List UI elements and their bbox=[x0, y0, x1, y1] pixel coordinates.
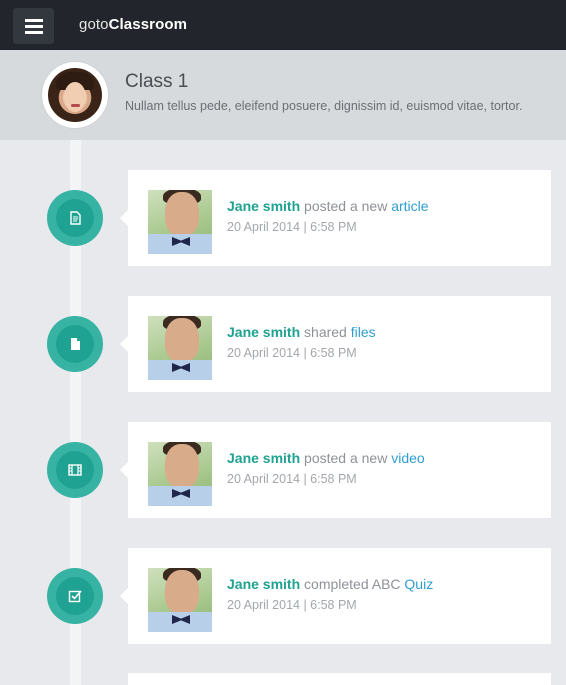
activity-action: posted a new bbox=[304, 450, 388, 466]
author-link[interactable]: Jane smith bbox=[227, 198, 300, 214]
activity-text: Jane smith posted a new video bbox=[227, 450, 425, 466]
brand-name: Classroom bbox=[108, 16, 188, 33]
timeline-item: Jane smith shared files 20 April 2014 | … bbox=[0, 296, 566, 392]
checkbox-icon bbox=[68, 590, 82, 603]
timeline-item: Jane smith posted a new article 20 April… bbox=[0, 170, 566, 266]
author-link[interactable]: Jane smith bbox=[227, 450, 300, 466]
menu-bar bbox=[25, 19, 43, 22]
brand-logo[interactable]: gotoClassroom bbox=[79, 16, 187, 33]
file-icon bbox=[71, 338, 80, 350]
timeline-node bbox=[47, 190, 103, 246]
target-link[interactable]: Quiz bbox=[404, 576, 433, 592]
activity-text: Jane smith shared files bbox=[227, 324, 376, 340]
user-avatar[interactable] bbox=[148, 442, 212, 506]
timeline-item: Jane smith completed ABC Quiz 20 April 2… bbox=[0, 548, 566, 644]
menu-bar bbox=[25, 25, 43, 28]
user-avatar[interactable] bbox=[148, 316, 212, 380]
timeline-item: Jane smith posted a new video 20 April 2… bbox=[0, 422, 566, 518]
user-avatar[interactable] bbox=[148, 190, 212, 254]
activity-action: shared bbox=[304, 324, 347, 340]
timeline-node bbox=[47, 568, 103, 624]
class-avatar[interactable] bbox=[42, 62, 108, 128]
activity-card: Jane smith posted a new video 20 April 2… bbox=[120, 422, 551, 518]
activity-timestamp: 20 April 2014 | 6:58 PM bbox=[227, 220, 357, 234]
film-icon bbox=[68, 464, 82, 476]
brand-prefix: goto bbox=[79, 16, 109, 33]
avatar-photo bbox=[48, 68, 102, 122]
class-description: Nullam tellus pede, eleifend posuere, di… bbox=[125, 99, 523, 113]
activity-action: posted a new bbox=[304, 198, 388, 214]
activity-card: Jane smith shared files 20 April 2014 | … bbox=[120, 296, 551, 392]
activity-timestamp: 20 April 2014 | 6:58 PM bbox=[227, 472, 357, 486]
activity-text: Jane smith posted a new article bbox=[227, 198, 429, 214]
timeline-node bbox=[47, 442, 103, 498]
activity-card-partial bbox=[128, 673, 551, 685]
target-link[interactable]: files bbox=[351, 324, 376, 340]
activity-timestamp: 20 April 2014 | 6:58 PM bbox=[227, 598, 357, 612]
activity-text: Jane smith completed ABC Quiz bbox=[227, 576, 433, 592]
menu-bar bbox=[25, 31, 43, 34]
hamburger-menu-button[interactable] bbox=[13, 8, 54, 44]
author-link[interactable]: Jane smith bbox=[227, 576, 300, 592]
class-title: Class 1 bbox=[125, 71, 189, 92]
document-icon bbox=[70, 211, 81, 225]
activity-card: Jane smith completed ABC Quiz 20 April 2… bbox=[120, 548, 551, 644]
target-link[interactable]: article bbox=[391, 198, 428, 214]
author-link[interactable]: Jane smith bbox=[227, 324, 300, 340]
top-navbar: gotoClassroom bbox=[0, 0, 566, 50]
timeline-node bbox=[47, 316, 103, 372]
user-avatar[interactable] bbox=[148, 568, 212, 632]
activity-timestamp: 20 April 2014 | 6:58 PM bbox=[227, 346, 357, 360]
activity-card: Jane smith posted a new article 20 April… bbox=[120, 170, 551, 266]
target-link[interactable]: video bbox=[391, 450, 424, 466]
class-header: Class 1 Nullam tellus pede, eleifend pos… bbox=[0, 50, 566, 140]
activity-action: completed ABC bbox=[304, 576, 401, 592]
